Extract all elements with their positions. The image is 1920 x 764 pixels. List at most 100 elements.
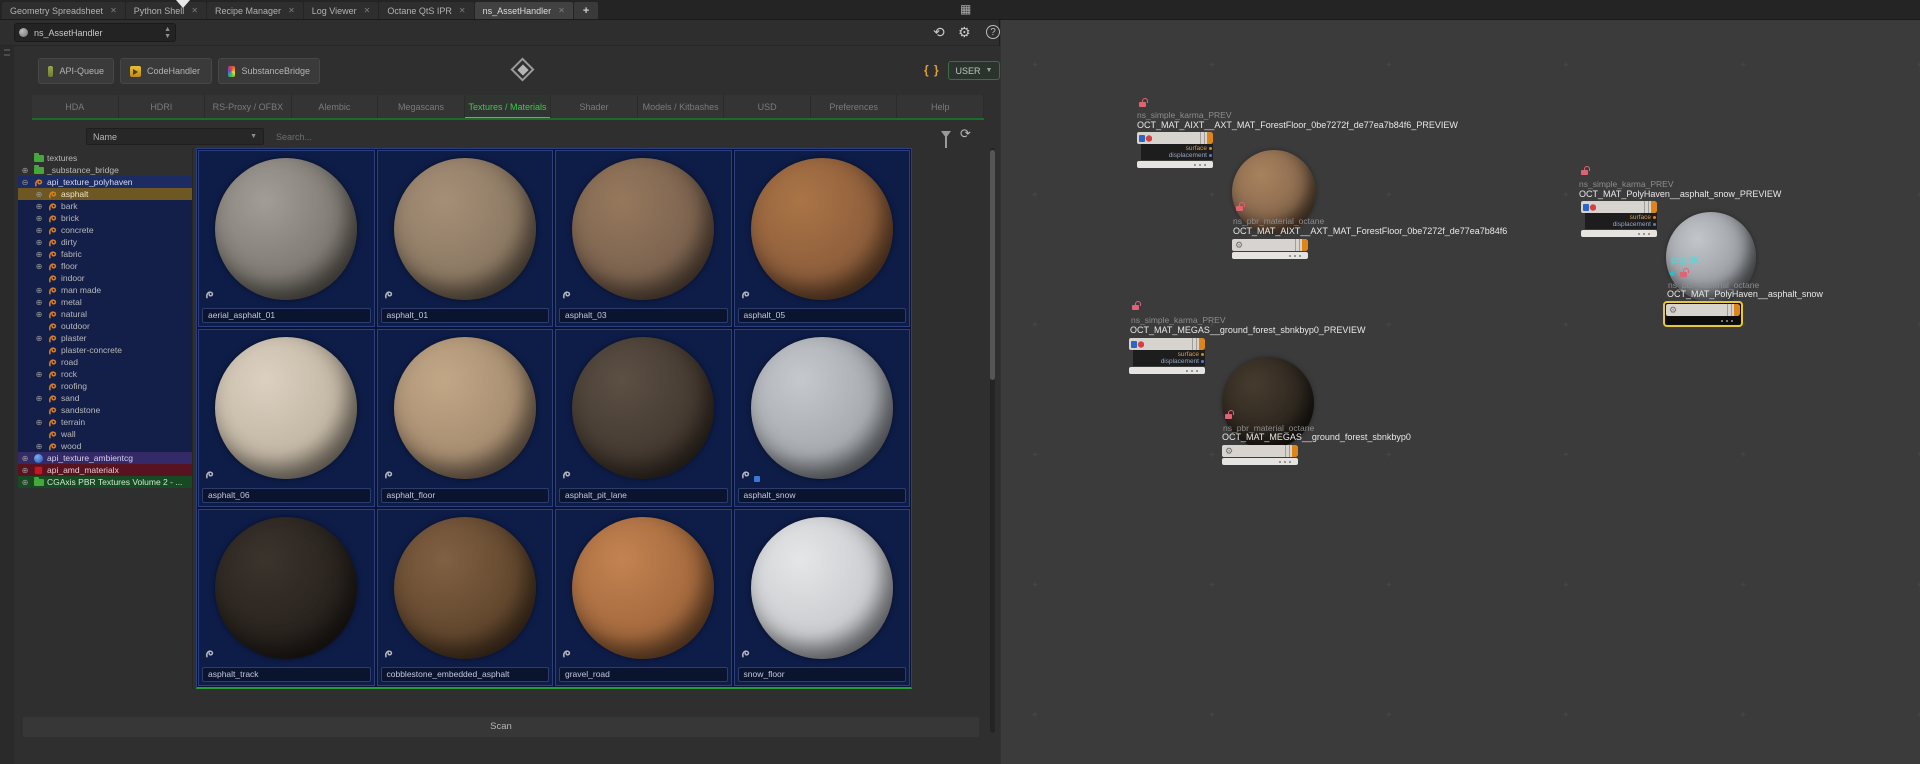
output-surface[interactable]: surface <box>1630 214 1651 221</box>
window-tab-log-viewer[interactable]: Log Viewer✕ <box>304 2 379 19</box>
expand-toggle-icon[interactable]: ⊕ <box>34 370 44 379</box>
pane-selector-spinner[interactable]: ▲▼ <box>164 26 171 40</box>
pane-menu-icon[interactable]: ▦ <box>960 3 971 15</box>
tree-item-asphalt[interactable]: ⊕asphalt <box>18 188 192 200</box>
texture-card-asphalt-floor[interactable]: asphalt_floor <box>377 329 554 506</box>
octane-material-node-selected[interactable]: ⚙ <box>1663 301 1743 327</box>
output-displacement[interactable]: displacement <box>1169 152 1207 159</box>
tree-item-wood[interactable]: ⊕wood <box>18 440 192 452</box>
link-hook-icon[interactable] <box>384 645 393 663</box>
tree-item-plaster-concrete[interactable]: plaster-concrete <box>18 344 192 356</box>
tree-item-floor[interactable]: ⊕floor <box>18 260 192 272</box>
link-hook-icon[interactable] <box>562 645 571 663</box>
texture-card-asphalt-track[interactable]: asphalt_track <box>198 509 375 686</box>
network-editor[interactable]: ++++++++++++++++++++++++++++++++++++ ns_… <box>1001 20 1920 764</box>
tree-item-cgaxis-pbr-textures-volume-2[interactable]: ⊕CGAxis PBR Textures Volume 2 - ... <box>18 476 192 488</box>
expand-toggle-icon[interactable]: ⊕ <box>34 298 44 307</box>
tab-usd[interactable]: USD <box>724 95 811 118</box>
expand-toggle-icon[interactable]: ⊕ <box>34 202 44 211</box>
link-hook-icon[interactable] <box>562 466 571 484</box>
tab-help[interactable]: Help <box>897 95 984 118</box>
output-displacement[interactable]: displacement <box>1613 221 1651 228</box>
gear-icon[interactable]: ⚙ <box>958 23 971 41</box>
texture-card-snow-floor[interactable]: snow_floor <box>734 509 911 686</box>
tree-item-natural[interactable]: ⊕natural <box>18 308 192 320</box>
expand-toggle-icon[interactable]: ⊕ <box>34 418 44 427</box>
tree-item-wall[interactable]: wall <box>18 428 192 440</box>
tree-item-sand[interactable]: ⊕sand <box>18 392 192 404</box>
output-surface[interactable]: surface <box>1178 351 1199 358</box>
link-hook-icon[interactable] <box>384 286 393 304</box>
expand-toggle-icon[interactable]: ⊖ <box>20 178 30 187</box>
window-tab-octane-qts-ipr[interactable]: Octane QtS IPR✕ <box>379 2 473 19</box>
close-tab-icon[interactable]: ✕ <box>288 6 295 15</box>
expand-toggle-icon[interactable]: ⊕ <box>34 394 44 403</box>
tree-item-rock[interactable]: ⊕rock <box>18 368 192 380</box>
link-hook-icon[interactable] <box>205 286 214 304</box>
close-tab-icon[interactable]: ✕ <box>364 6 371 15</box>
close-tab-icon[interactable]: ✕ <box>459 6 466 15</box>
texture-card-asphalt-05[interactable]: asphalt_05 <box>734 150 911 327</box>
tab-alembic[interactable]: Alembic <box>292 95 379 118</box>
window-tab-recipe-manager[interactable]: Recipe Manager✕ <box>207 2 303 19</box>
texture-card-asphalt-03[interactable]: asphalt_03 <box>555 150 732 327</box>
new-tab-button[interactable]: + <box>574 2 598 19</box>
expand-toggle-icon[interactable]: ⊕ <box>20 454 30 463</box>
tab-hda[interactable]: HDA <box>32 95 119 118</box>
expand-toggle-icon[interactable]: ⊕ <box>34 214 44 223</box>
codehandler-button[interactable]: CodeHandler <box>120 58 212 84</box>
output-dot[interactable] <box>1209 147 1212 150</box>
node-display-flag[interactable] <box>1302 239 1308 251</box>
braces-icon[interactable]: { } <box>924 63 940 77</box>
expand-toggle-icon[interactable]: ⊕ <box>20 478 30 487</box>
tree-item-metal[interactable]: ⊕metal <box>18 296 192 308</box>
texture-card-asphalt-snow[interactable]: asphalt_snow <box>734 329 911 506</box>
texture-card-asphalt-01[interactable]: asphalt_01 <box>377 150 554 327</box>
expand-toggle-icon[interactable]: ⊕ <box>34 262 44 271</box>
scrollbar-thumb[interactable] <box>990 150 995 380</box>
link-hook-icon[interactable] <box>384 466 393 484</box>
window-tab-geometry-spreadsheet[interactable]: Geometry Spreadsheet✕ <box>2 2 125 19</box>
tree-item-plaster[interactable]: ⊕plaster <box>18 332 192 344</box>
octane-material-node[interactable]: ⚙ <box>1232 239 1308 259</box>
node-display-flag[interactable] <box>1651 201 1657 213</box>
texture-card-asphalt-06[interactable]: asphalt_06 <box>198 329 375 506</box>
texture-card-cobblestone-embedded-asphalt[interactable]: cobblestone_embedded_asphalt <box>377 509 554 686</box>
tree-item-dirty[interactable]: ⊕dirty <box>18 236 192 248</box>
link-hook-icon[interactable] <box>205 466 214 484</box>
output-displacement[interactable]: displacement <box>1161 358 1199 365</box>
link-hook-icon[interactable] <box>741 645 750 663</box>
output-dot[interactable] <box>1201 360 1204 363</box>
close-tab-icon[interactable]: ✕ <box>110 6 117 15</box>
expand-toggle-icon[interactable]: ⊕ <box>34 226 44 235</box>
node-display-flag[interactable] <box>1734 304 1740 316</box>
expand-toggle-icon[interactable]: ⊕ <box>34 442 44 451</box>
tree-item-substance-bridge[interactable]: ⊕_substance_bridge <box>18 164 192 176</box>
tree-item-outdoor[interactable]: outdoor <box>18 320 192 332</box>
tab-preferences[interactable]: Preferences <box>811 95 898 118</box>
tab-megascans[interactable]: Megascans <box>378 95 465 118</box>
expand-toggle-icon[interactable]: ⊕ <box>34 310 44 319</box>
output-dot[interactable] <box>1653 223 1656 226</box>
refresh-icon[interactable]: ⟳ <box>960 126 971 142</box>
octane-material-node[interactable]: ⚙ <box>1222 445 1298 465</box>
tree-item-concrete[interactable]: ⊕concrete <box>18 224 192 236</box>
output-surface[interactable]: surface <box>1186 145 1207 152</box>
tab-hdri[interactable]: HDRI <box>119 95 206 118</box>
tab-rs-proxy-ofbx[interactable]: RS-Proxy / OFBX <box>205 95 292 118</box>
karma-preview-node[interactable]: surface displacement <box>1137 132 1213 168</box>
node-display-flag[interactable] <box>1207 132 1213 144</box>
output-dot[interactable] <box>1653 216 1656 219</box>
tree-item-fabric[interactable]: ⊕fabric <box>18 248 192 260</box>
tree-item-bark[interactable]: ⊕bark <box>18 200 192 212</box>
scrollbar[interactable] <box>990 148 995 733</box>
tree-item-road[interactable]: road <box>18 356 192 368</box>
tree-item-indoor[interactable]: indoor <box>18 272 192 284</box>
karma-preview-node[interactable]: surface displacement <box>1581 201 1657 237</box>
tree-item-sandstone[interactable]: sandstone <box>18 404 192 416</box>
node-display-flag[interactable] <box>1199 338 1205 350</box>
link-hook-icon[interactable] <box>741 466 750 484</box>
help-icon[interactable]: ? <box>986 25 1000 39</box>
scan-button[interactable]: Scan <box>22 716 980 738</box>
link-hook-icon[interactable] <box>741 286 750 304</box>
